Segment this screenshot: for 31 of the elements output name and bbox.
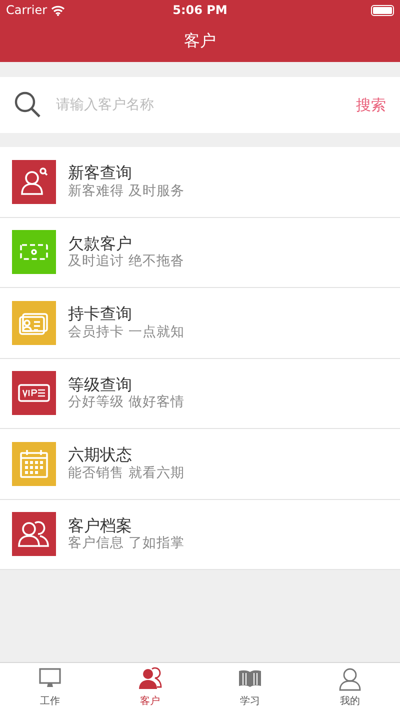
menu-item[interactable]: 客户档案 客户信息 了如指掌 bbox=[0, 500, 400, 570]
menu-item[interactable]: 新客查询 新客难得 及时服务 bbox=[0, 147, 400, 218]
menu-title: 等级查询 bbox=[68, 374, 133, 394]
menu-subtitle: 分好等级 做好客情 bbox=[68, 394, 184, 412]
wifi-icon bbox=[51, 4, 66, 16]
carrier-label: Carrier bbox=[6, 2, 48, 19]
tab-item[interactable]: 工作 bbox=[0, 663, 100, 710]
menu-title: 欠款客户 bbox=[68, 234, 133, 254]
battery-icon bbox=[371, 4, 394, 16]
menu-title: 持卡查询 bbox=[68, 304, 133, 324]
menu-item[interactable]: 等级查询 分好等级 做好客情 bbox=[0, 358, 400, 429]
menu-subtitle: 新客难得 及时服务 bbox=[68, 182, 184, 200]
search-bar: 请输入客户名称 搜索 bbox=[0, 77, 400, 133]
person-icon bbox=[337, 666, 363, 692]
menu-title: 新客查询 bbox=[68, 163, 133, 183]
menu-item[interactable]: 欠款客户 及时追讨 绝不拖沓 bbox=[0, 218, 400, 288]
menu-subtitle: 及时追讨 绝不拖沓 bbox=[68, 253, 184, 271]
tab-item[interactable]: 我的 bbox=[300, 663, 400, 710]
menu-item[interactable]: 六期状态 能否销售 就看六期 bbox=[0, 429, 400, 500]
menu-title: 客户档案 bbox=[68, 516, 133, 536]
menu-item[interactable]: 持卡查询 会员持卡 一点就知 bbox=[0, 288, 400, 358]
menu-subtitle: 会员持卡 一点就知 bbox=[68, 324, 184, 342]
menu-subtitle: 客户信息 了如指掌 bbox=[68, 535, 184, 553]
menu-subtitle: 能否销售 就看六期 bbox=[68, 464, 184, 482]
tab-item[interactable]: 学习 bbox=[200, 663, 300, 710]
search-icon bbox=[14, 91, 42, 119]
menu-title: 六期状态 bbox=[68, 445, 133, 465]
people-icon bbox=[137, 666, 163, 692]
tab-item[interactable]: 客户 bbox=[100, 663, 200, 710]
page-title: 客户 bbox=[184, 30, 216, 52]
time-label: 5:06 PM bbox=[172, 2, 228, 19]
